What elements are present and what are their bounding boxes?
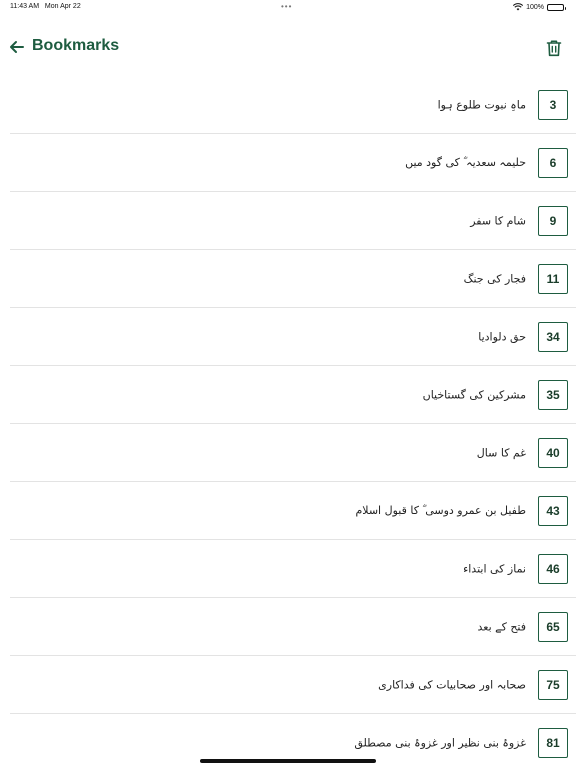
- multitasking-dots[interactable]: •••: [281, 2, 292, 11]
- status-indicators: 100%: [513, 3, 566, 11]
- bookmark-row[interactable]: غم کا سال 40: [10, 424, 576, 482]
- bookmark-row[interactable]: ماہِ نبوت طلوع ہوا 3: [10, 76, 576, 134]
- bookmark-row[interactable]: فتح کے بعد 65: [10, 598, 576, 656]
- status-bar: 11:43 AM Mon Apr 22 ••• 100%: [0, 0, 576, 14]
- bookmark-title: صحابہ اور صحابیات کی فداکاری: [378, 678, 526, 691]
- status-time: 11:43 AM: [10, 3, 40, 10]
- battery-percent: 100%: [526, 3, 544, 11]
- bookmark-title: شام کا سفر: [470, 214, 526, 227]
- bookmark-title: غم کا سال: [476, 446, 526, 459]
- bookmark-row[interactable]: مشرکین کی گستاخیاں 35: [10, 366, 576, 424]
- bookmark-title: غزوۂ بنی نظیر اور غزوۂ بنی مصطلق: [354, 736, 526, 749]
- bookmark-title: نماز کی ابتداء: [463, 562, 526, 575]
- bookmark-title: طفیل بن عمرو دوسی ؓ کا قبول اسلام: [355, 503, 526, 517]
- home-indicator[interactable]: [200, 759, 376, 763]
- bookmark-page-number: 34: [538, 321, 568, 352]
- page-title: Bookmarks: [32, 37, 120, 54]
- bookmark-row[interactable]: نماز کی ابتداء 46: [10, 540, 576, 598]
- bookmark-page-number: 81: [538, 727, 568, 758]
- bookmark-row[interactable]: صحابہ اور صحابیات کی فداکاری 75: [10, 656, 576, 714]
- bookmark-page-number: 65: [538, 611, 568, 642]
- bookmark-page-number: 3: [538, 89, 568, 120]
- bookmark-title: فتح کے بعد: [477, 620, 527, 633]
- bookmark-page-number: 6: [538, 147, 568, 178]
- bookmark-page-number: 46: [538, 553, 568, 584]
- bookmarks-screen: 11:43 AM Mon Apr 22 ••• 100% Bookmarks م…: [0, 0, 576, 768]
- bookmark-page-number: 9: [538, 205, 568, 236]
- bookmark-page-number: 11: [538, 263, 568, 294]
- bookmark-row[interactable]: فجار کی جنگ 11: [10, 250, 576, 308]
- bookmark-page-number: 35: [538, 379, 568, 410]
- arrow-left-icon[interactable]: [8, 38, 26, 56]
- bookmark-title: ماہِ نبوت طلوع ہوا: [437, 98, 526, 111]
- status-time-date: 11:43 AM Mon Apr 22: [10, 3, 81, 10]
- bookmark-row[interactable]: حق دلوادیا 34: [10, 308, 576, 366]
- bookmark-page-number: 75: [538, 669, 568, 700]
- bookmark-list: ماہِ نبوت طلوع ہوا 3 حلیمہ سعدیہ ؓ کی گود …: [10, 76, 576, 768]
- bookmark-row[interactable]: حلیمہ سعدیہ ؓ کی گود میں 6: [10, 134, 576, 192]
- status-date: Mon Apr 22: [44, 3, 81, 10]
- bookmark-title: فجار کی جنگ: [463, 272, 526, 285]
- trash-icon[interactable]: [544, 38, 564, 58]
- bookmark-row[interactable]: طفیل بن عمرو دوسی ؓ کا قبول اسلام 43: [10, 482, 576, 540]
- nav-header: Bookmarks: [0, 30, 576, 66]
- bookmark-row[interactable]: شام کا سفر 9: [10, 192, 576, 250]
- wifi-icon: [513, 3, 524, 11]
- battery-icon: [547, 3, 566, 11]
- bookmark-title: حق دلوادیا: [478, 330, 526, 343]
- bookmark-page-number: 43: [538, 495, 568, 526]
- bookmark-title: حلیمہ سعدیہ ؓ کی گود میں: [405, 155, 526, 169]
- bookmark-title: مشرکین کی گستاخیاں: [422, 388, 526, 401]
- bookmark-page-number: 40: [538, 437, 568, 468]
